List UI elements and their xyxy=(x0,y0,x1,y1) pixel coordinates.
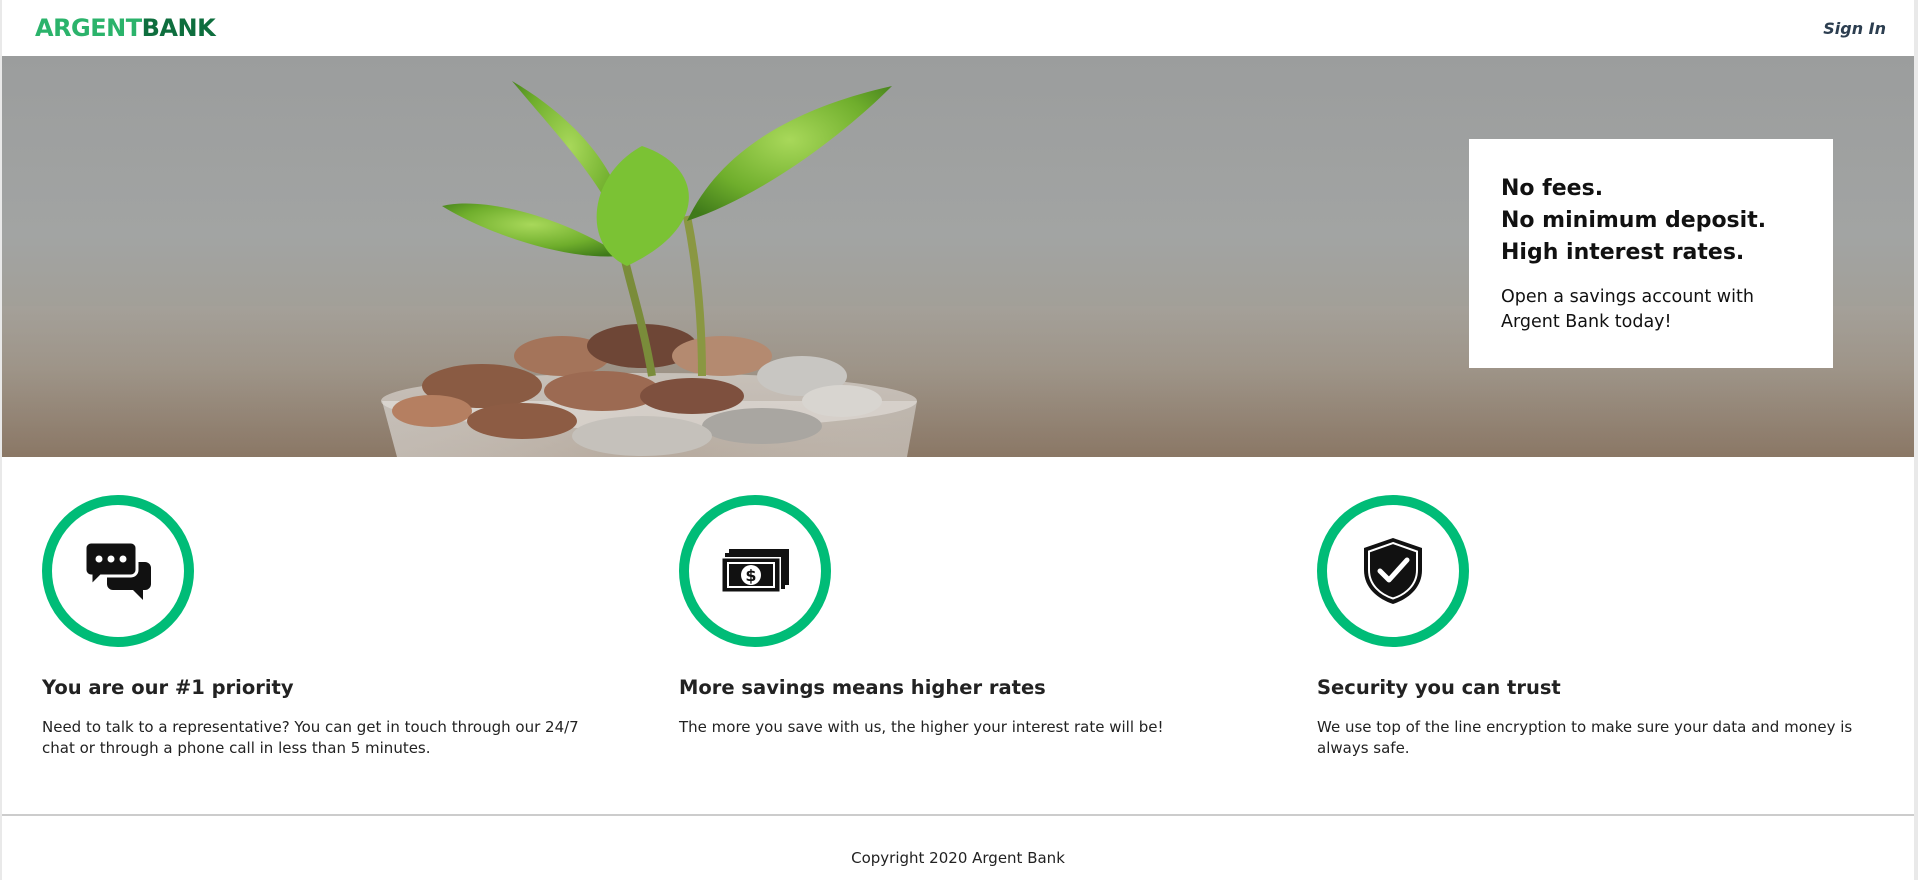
feature-icon-ring xyxy=(42,495,194,647)
feature-icon-ring: $ xyxy=(679,495,831,647)
feature-title: More savings means higher rates xyxy=(679,676,1046,699)
feature-text: The more you save with us, the higher yo… xyxy=(679,718,1164,736)
money-icon: $ xyxy=(721,549,789,593)
logo-text-bank: BANK xyxy=(141,14,216,42)
feature-title: Security you can trust xyxy=(1317,676,1561,699)
promo-subtitle-high-interest: High interest rates. xyxy=(1501,240,1745,265)
feature-item: You are our #1 priority Need to talk to … xyxy=(42,495,602,759)
feature-icon-ring xyxy=(1317,495,1469,647)
scrollbar-track[interactable] xyxy=(1914,0,1918,880)
feature-text: Need to talk to a representative? You ca… xyxy=(42,718,579,757)
promo-text: Open a savings account with Argent Bank … xyxy=(1501,287,1754,332)
main-nav: ARGENT BANK Sign In xyxy=(2,0,1914,56)
feature-title: You are our #1 priority xyxy=(42,676,294,699)
sign-in-link[interactable]: Sign In xyxy=(1823,19,1886,38)
logo-link[interactable]: ARGENT BANK xyxy=(35,14,216,42)
svg-text:$: $ xyxy=(745,566,756,585)
logo-text-argent: ARGENT xyxy=(35,14,142,42)
page: ARGENT BANK Sign In No fees. No minimum … xyxy=(2,0,1914,880)
feature-item: $ More savings means higher rates The mo… xyxy=(679,495,1239,738)
promo-card: No fees. No minimum deposit. High intere… xyxy=(1469,139,1833,368)
copyright-text: Copyright 2020 Argent Bank xyxy=(851,849,1065,867)
footer: Copyright 2020 Argent Bank xyxy=(2,814,1914,880)
hero-banner: No fees. No minimum deposit. High intere… xyxy=(2,56,1914,457)
features-section: You are our #1 priority Need to talk to … xyxy=(2,457,1914,814)
feature-item: Security you can trust We use top of the… xyxy=(1317,495,1877,759)
promo-subtitle-no-minimum-deposit: No minimum deposit. xyxy=(1501,208,1767,233)
feature-text: We use top of the line encryption to mak… xyxy=(1317,718,1853,757)
chat-icon xyxy=(85,542,151,600)
security-icon xyxy=(1364,538,1422,604)
promo-subtitle-no-fees: No fees. xyxy=(1501,176,1604,201)
